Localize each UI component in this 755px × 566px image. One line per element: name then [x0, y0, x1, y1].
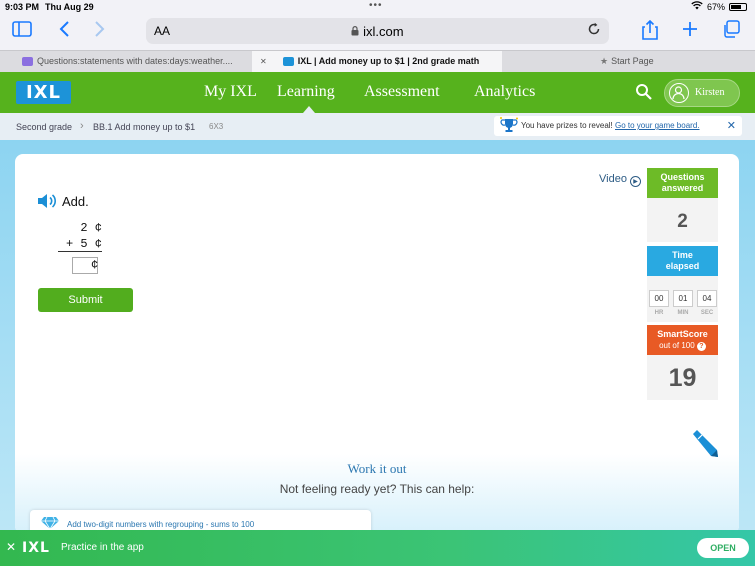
- timer-hours: 00: [649, 290, 669, 307]
- play-icon: ▶: [630, 176, 641, 187]
- avatar-icon: [669, 83, 689, 103]
- close-icon[interactable]: ✕: [6, 540, 16, 554]
- nav-my-ixl[interactable]: My IXL: [204, 83, 257, 101]
- tab-overview-icon[interactable]: [719, 20, 743, 44]
- breadcrumb-grade[interactable]: Second grade: [16, 122, 72, 132]
- trophy-icon: [499, 116, 519, 140]
- nav-analytics[interactable]: Analytics: [474, 83, 535, 101]
- forward-icon[interactable]: [88, 20, 112, 44]
- smartscore-sub-text: out of 100: [659, 341, 695, 350]
- tab-label: IXL | Add money up to $1 | 2nd grade mat…: [297, 56, 480, 66]
- breadcrumb-skill: BB.1 Add money up to $1: [93, 122, 196, 132]
- addend-2: + 5 ¢: [65, 237, 102, 251]
- questions-answered-label-2: answered: [661, 183, 704, 193]
- nav-active-indicator: [303, 106, 315, 113]
- ixl-logo: IXL: [22, 540, 50, 556]
- status-indicators: 67%: [691, 1, 747, 12]
- work-it-out-title: Work it out: [347, 461, 407, 476]
- search-icon[interactable]: [635, 83, 653, 101]
- smartscore-box: 19: [647, 355, 718, 400]
- user-menu[interactable]: Kirsten: [664, 79, 740, 107]
- practice-card: Video ▶ Add. 2 ¢ + 5 ¢ ¢ Submit Question…: [15, 154, 739, 534]
- sidebar-icon[interactable]: [10, 20, 34, 44]
- breadcrumb: Second grade › BB.1 Add money up to $1 6…: [0, 113, 755, 140]
- url-text: ixl.com: [146, 24, 609, 39]
- video-link[interactable]: Video ▶: [599, 173, 641, 187]
- skill-code: 6X3: [209, 122, 224, 131]
- reload-icon[interactable]: [587, 22, 601, 39]
- status-bar: 9:03 PM Thu Aug 29 ••• 67%: [0, 0, 755, 14]
- ixl-favicon: [282, 57, 294, 67]
- tab-label: Questions:statements with dates:days:wea…: [37, 56, 233, 66]
- work-it-out-subtitle: Not feeling ready yet? This can help:: [279, 482, 475, 496]
- url-label: ixl.com: [363, 24, 404, 39]
- timer-seconds: 04: [697, 290, 717, 307]
- back-icon[interactable]: [52, 20, 76, 44]
- status-time: 9:03 PM: [5, 2, 40, 12]
- share-icon[interactable]: [638, 19, 662, 44]
- gem-icon: [40, 516, 60, 530]
- ixl-nav: IXL My IXL Learning Assessment Analytics: [0, 72, 755, 113]
- lock-icon: [351, 24, 363, 39]
- help-skill-link[interactable]: Add two-digit numbers with regrouping - …: [67, 520, 254, 529]
- user-name: Kirsten: [695, 87, 725, 98]
- game-board-link[interactable]: Go to your game board.: [615, 121, 700, 130]
- timer-hours-label: HR: [654, 310, 664, 316]
- close-icon[interactable]: ✕: [727, 116, 736, 136]
- time-elapsed-label-2: elapsed: [665, 261, 700, 271]
- time-elapsed-header: Time elapsed: [647, 246, 718, 276]
- time-elapsed-label: Time: [672, 250, 693, 260]
- speaker-icon[interactable]: [37, 193, 57, 209]
- banner-text: Practice in the app: [61, 542, 144, 553]
- timer-seconds-label: SEC: [700, 310, 714, 316]
- questions-answered-value: 2: [677, 211, 688, 232]
- sum-line: [58, 251, 102, 252]
- close-tab-icon[interactable]: ✕: [260, 57, 267, 66]
- new-tab-icon[interactable]: [678, 20, 702, 44]
- nav-learning[interactable]: Learning: [277, 83, 335, 101]
- pencil-icon[interactable]: [689, 428, 721, 460]
- tab-label: Start Page: [611, 56, 654, 66]
- multitask-dots[interactable]: •••: [369, 0, 383, 11]
- nav-assessment[interactable]: Assessment: [364, 83, 440, 101]
- help-icon[interactable]: ?: [696, 342, 706, 351]
- submit-button[interactable]: Submit: [38, 288, 133, 312]
- app-banner: ✕ IXL Practice in the app OPEN: [0, 530, 755, 566]
- star-icon: ★: [600, 56, 609, 66]
- prize-message: You have prizes to reveal! Go to your ga…: [521, 116, 700, 136]
- question-prompt: Add.: [62, 194, 89, 209]
- status-date: Thu Aug 29: [45, 2, 94, 12]
- wifi-icon: [691, 1, 703, 12]
- battery-icon: [729, 2, 747, 11]
- tab-bar: Questions:statements with dates:days:wea…: [0, 50, 755, 72]
- smartscore-header: SmartScore out of 100 ?: [647, 325, 718, 355]
- prize-text: You have prizes to reveal!: [521, 121, 613, 130]
- prize-notice: You have prizes to reveal! Go to your ga…: [494, 116, 742, 136]
- timer: 00 01 04 HR MIN SEC: [649, 290, 717, 320]
- questions-answered-label: Questions: [660, 172, 705, 182]
- battery-percent: 67%: [706, 1, 725, 12]
- open-app-button[interactable]: OPEN: [697, 538, 749, 558]
- smartscore-label: SmartScore: [657, 329, 708, 339]
- answer-cent-sign: ¢: [91, 258, 99, 272]
- smartscore-sub: out of 100 ?: [647, 340, 718, 351]
- smartscore-value: 19: [668, 364, 697, 392]
- addend-1: 2 ¢: [65, 221, 102, 235]
- video-label: Video: [599, 173, 627, 185]
- chevron-right-icon: ›: [80, 120, 84, 132]
- browser-toolbar: AA ixl.com: [0, 14, 755, 50]
- tab-favicon: [22, 57, 33, 67]
- timer-minutes-label: MIN: [677, 310, 689, 316]
- tab-start-page[interactable]: ★ Start Page: [600, 51, 720, 72]
- questions-answered-box: 2: [647, 198, 718, 242]
- timer-minutes: 01: [673, 290, 693, 307]
- ixl-logo[interactable]: IXL: [16, 81, 71, 104]
- address-bar[interactable]: AA ixl.com: [146, 18, 609, 44]
- tab-ixl[interactable]: ✕ IXL | Add money up to $1 | 2nd grade ma…: [252, 51, 502, 72]
- questions-answered-header: Questions answered: [647, 168, 718, 198]
- tab-questions[interactable]: Questions:statements with dates:days:wea…: [22, 51, 250, 72]
